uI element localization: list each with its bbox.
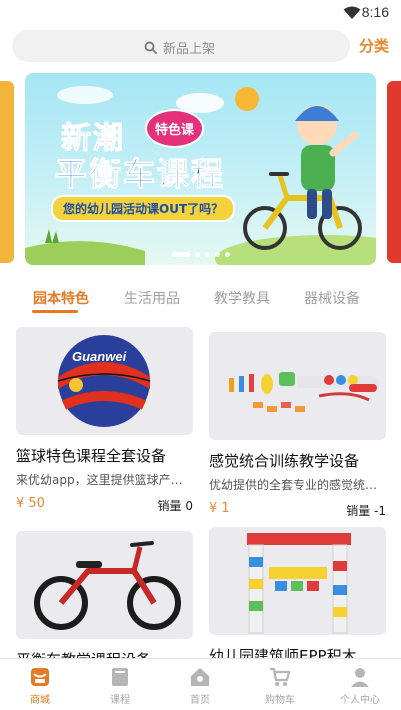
search-icon [144, 41, 157, 54]
wifi-icon [343, 6, 361, 19]
banner-carousel[interactable]: 新潮 特色课 平衡车课程 您的幼儿园活动课OUT了吗？ [0, 73, 401, 265]
banner-badge: 特色课 [145, 109, 205, 148]
category-tabs: 园本特色 生活用品 教学教具 器械设备 [0, 286, 401, 316]
product-image[interactable] [16, 531, 193, 639]
status-time: 8:16 [361, 4, 389, 20]
carousel-dots [25, 252, 376, 257]
product-card[interactable]: 感觉统合训练教学设备 优幼提供的全套专业的感觉统… ¥ 1 销量 -1 [209, 332, 386, 519]
product-title: 感觉统合训练教学设备 [209, 452, 360, 470]
carousel-dot[interactable] [204, 252, 210, 257]
nav-label: 个人中心 [340, 695, 380, 706]
home-icon [191, 668, 209, 686]
product-card[interactable]: 平衡车教学课程设备… [16, 531, 193, 670]
basketball-brand-text: Guanwei [72, 349, 127, 364]
product-image[interactable]: Guanwei [16, 327, 193, 435]
nav-home[interactable]: 首页 [170, 665, 230, 706]
banner-subtitle: 您的幼儿园活动课OUT了吗？ [51, 195, 236, 222]
banner-slide[interactable]: 新潮 特色课 平衡车课程 您的幼儿园活动课OUT了吗？ [25, 73, 376, 265]
carousel-dot[interactable] [194, 252, 200, 257]
carousel-dot[interactable] [214, 252, 220, 257]
epp-blocks-image [247, 533, 351, 634]
category-link[interactable]: 分类 [359, 35, 389, 56]
product-image[interactable] [209, 527, 386, 635]
product-desc: 优幼提供的全套专业的感觉统… [209, 478, 378, 492]
sensory-equipment-image [229, 372, 379, 412]
basketball-image [57, 335, 151, 427]
cart-icon [270, 667, 291, 686]
carousel-dot[interactable] [171, 252, 190, 257]
status-bar: 8:16 [0, 0, 401, 26]
tab-yuanben[interactable]: 园本特色 [33, 288, 89, 308]
product-sales: 销量 0 [157, 499, 193, 513]
tab-teaching-aids[interactable]: 教学教具 [214, 288, 270, 308]
product-image[interactable] [209, 332, 386, 440]
store-icon [31, 668, 49, 686]
banner-title-line2: 平衡车课程 [54, 155, 226, 194]
product-sales: 销量 -1 [346, 504, 386, 518]
tab-equipment[interactable]: 器械设备 [304, 288, 360, 308]
product-title: 篮球特色课程全套设备 [16, 447, 167, 465]
user-icon [351, 668, 369, 687]
nav-profile[interactable]: 个人中心 [330, 665, 390, 706]
nav-label: 购物车 [265, 695, 295, 706]
product-price: ¥ 1 [209, 501, 230, 516]
nav-label: 商城 [30, 695, 50, 706]
book-icon [112, 668, 128, 686]
product-card[interactable]: Guanwei 篮球特色课程全套设备 来优幼app，这里提供篮球产品… ¥ 50… [16, 327, 193, 514]
product-price: ¥ 50 [16, 496, 45, 511]
bottom-nav: 商城 课程 首页 购物车 个人中心 [0, 658, 401, 710]
search-placeholder: 新品上架 [163, 42, 216, 57]
tab-daily-goods[interactable]: 生活用品 [124, 288, 180, 308]
nav-label: 课程 [110, 695, 130, 706]
nav-courses[interactable]: 课程 [90, 665, 150, 706]
product-card[interactable]: 幼儿园建筑师EPP积木 [209, 527, 386, 666]
nav-cart[interactable]: 购物车 [250, 665, 310, 706]
nav-store[interactable]: 商城 [10, 665, 70, 706]
active-tab-indicator [32, 310, 78, 313]
next-banner-peek[interactable] [387, 81, 401, 263]
search-input[interactable]: 新品上架 [12, 30, 350, 62]
prev-banner-peek[interactable] [0, 81, 14, 263]
carousel-dot[interactable] [224, 252, 230, 257]
balance-bike-image [34, 541, 181, 630]
product-desc: 来优幼app，这里提供篮球产品… [16, 473, 193, 487]
search-row: 新品上架 分类 [0, 30, 401, 64]
nav-label: 首页 [190, 695, 210, 706]
